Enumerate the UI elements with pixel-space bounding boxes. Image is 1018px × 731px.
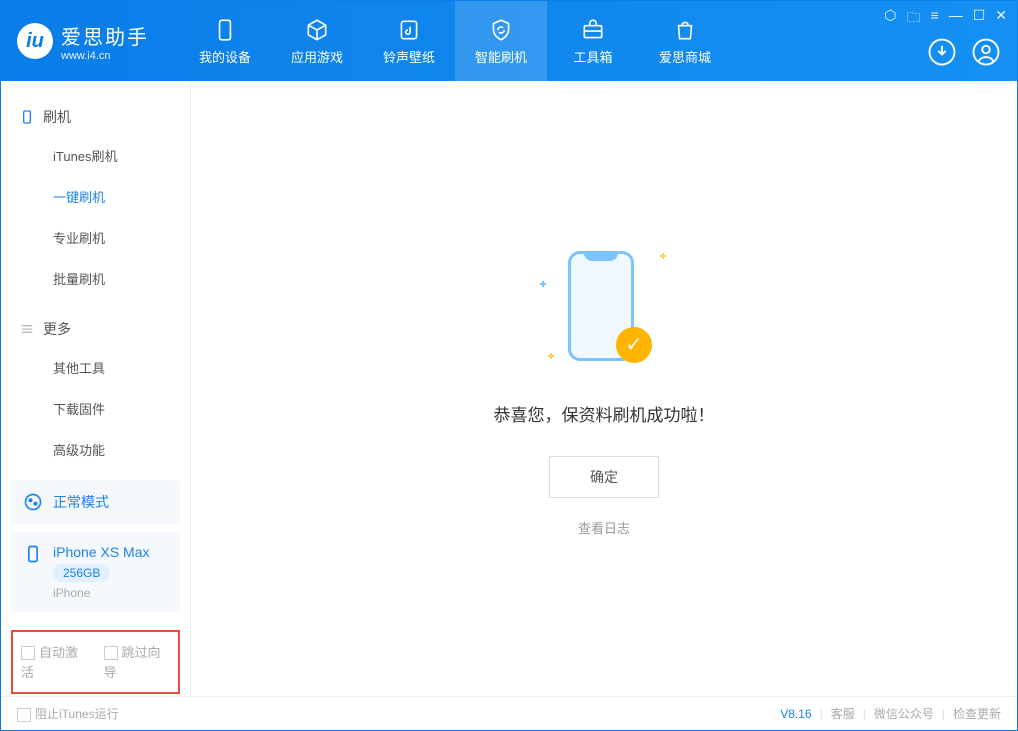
main-content: ✓ 恭喜您，保资料刷机成功啦！ 确定 查看日志 bbox=[191, 81, 1017, 696]
checkbox-auto-activate[interactable]: 自动激活 bbox=[21, 642, 88, 682]
checkbox-block-itunes[interactable]: 阻止iTunes运行 bbox=[17, 705, 119, 722]
app-logo: iu 爱思助手 www.i4.cn bbox=[17, 21, 149, 62]
toolbox-icon bbox=[580, 17, 606, 43]
sidebar-item-pro-flash[interactable]: 专业刷机 bbox=[1, 217, 190, 258]
device-box[interactable]: iPhone XS Max 256GB iPhone bbox=[11, 532, 180, 612]
mode-box[interactable]: 正常模式 bbox=[11, 480, 180, 524]
device-type: iPhone bbox=[53, 586, 150, 600]
logo-icon: iu bbox=[17, 23, 53, 59]
window-controls: ⬡ 🗀 ≡ — ☐ ✕ bbox=[884, 7, 1007, 31]
music-icon bbox=[396, 17, 422, 43]
download-icon[interactable] bbox=[927, 37, 957, 67]
sidebar-item-oneclick-flash[interactable]: 一键刷机 bbox=[1, 176, 190, 217]
success-message: 恭喜您，保资料刷机成功啦！ bbox=[494, 401, 715, 426]
user-icon[interactable] bbox=[971, 37, 1001, 67]
sidebar-item-itunes-flash[interactable]: iTunes刷机 bbox=[1, 135, 190, 176]
sidebar-item-other-tools[interactable]: 其他工具 bbox=[1, 347, 190, 388]
close-button[interactable]: ✕ bbox=[995, 7, 1007, 31]
footer-link-wechat[interactable]: 微信公众号 bbox=[874, 705, 934, 722]
section-flash: 刷机 bbox=[1, 99, 190, 135]
list-icon bbox=[19, 321, 35, 337]
app-title: 爱思助手 bbox=[61, 21, 149, 50]
storage-badge: 256GB bbox=[53, 564, 110, 582]
maximize-button[interactable]: ☐ bbox=[973, 7, 986, 31]
section-more: 更多 bbox=[1, 311, 190, 347]
sidebar: 刷机 iTunes刷机 一键刷机 专业刷机 批量刷机 更多 其他工具 下载固件 … bbox=[1, 81, 191, 696]
ok-button[interactable]: 确定 bbox=[549, 456, 659, 498]
phone-icon bbox=[19, 109, 35, 125]
tshirt-icon[interactable]: ⬡ bbox=[884, 7, 896, 31]
tab-toolbox[interactable]: 工具箱 bbox=[547, 1, 639, 81]
device-phone-icon bbox=[23, 544, 43, 564]
mode-icon bbox=[23, 492, 43, 512]
app-url: www.i4.cn bbox=[61, 50, 149, 62]
tab-apps-games[interactable]: 应用游戏 bbox=[271, 1, 363, 81]
menu-icon[interactable]: ≡ bbox=[931, 7, 939, 31]
checkbox-skip-guide[interactable]: 跳过向导 bbox=[104, 642, 171, 682]
sidebar-item-advanced[interactable]: 高级功能 bbox=[1, 429, 190, 470]
header-right-buttons bbox=[927, 37, 1001, 67]
nav-tabs: 我的设备 应用游戏 铃声壁纸 智能刷机 工具箱 爱思商城 bbox=[179, 1, 731, 81]
tab-ringtones[interactable]: 铃声壁纸 bbox=[363, 1, 455, 81]
cube-icon bbox=[304, 17, 330, 43]
shield-refresh-icon bbox=[488, 17, 514, 43]
view-log-link[interactable]: 查看日志 bbox=[578, 518, 630, 537]
device-name: iPhone XS Max bbox=[53, 544, 150, 560]
header: iu 爱思助手 www.i4.cn 我的设备 应用游戏 铃声壁纸 智能刷机 工具… bbox=[1, 1, 1017, 81]
version-label: V8.16 bbox=[780, 707, 811, 721]
device-icon bbox=[212, 17, 238, 43]
footer-link-update[interactable]: 检查更新 bbox=[953, 705, 1001, 722]
tab-store[interactable]: 爱思商城 bbox=[639, 1, 731, 81]
check-icon: ✓ bbox=[616, 327, 652, 363]
sidebar-item-download-firmware[interactable]: 下载固件 bbox=[1, 388, 190, 429]
bag-icon bbox=[672, 17, 698, 43]
footer: 阻止iTunes运行 V8.16 | 客服 | 微信公众号 | 检查更新 bbox=[1, 696, 1017, 730]
footer-link-support[interactable]: 客服 bbox=[831, 705, 855, 722]
options-highlight-box: 自动激活 跳过向导 bbox=[11, 630, 180, 694]
success-illustration: ✓ bbox=[534, 241, 674, 371]
lock-icon[interactable]: 🗀 bbox=[907, 7, 921, 31]
minimize-button[interactable]: — bbox=[949, 7, 963, 31]
sidebar-item-batch-flash[interactable]: 批量刷机 bbox=[1, 258, 190, 299]
tab-my-device[interactable]: 我的设备 bbox=[179, 1, 271, 81]
tab-smart-flash[interactable]: 智能刷机 bbox=[455, 1, 547, 81]
mode-label: 正常模式 bbox=[53, 492, 109, 512]
